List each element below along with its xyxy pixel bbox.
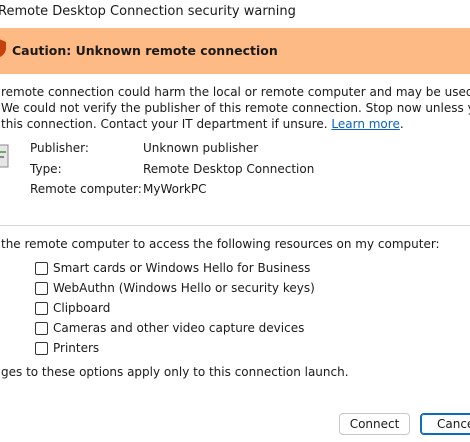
printers-option[interactable]: Printers <box>35 340 99 356</box>
remote-computer-value: MyWorkPC <box>143 182 207 196</box>
options-note: ges to these options apply only to this … <box>1 365 349 379</box>
smart-cards-checkbox[interactable] <box>35 261 48 275</box>
publisher-label: Publisher: <box>30 141 89 155</box>
section-divider <box>0 225 470 226</box>
caution-banner: Caution: Unknown remote connection <box>0 28 470 74</box>
dialog-title: Remote Desktop Connection security warni… <box>0 4 296 19</box>
publisher-value: Unknown publisher <box>143 141 259 155</box>
description-line-2: We could not verify the publisher of thi… <box>1 101 470 115</box>
remote-computer-label: Remote computer: <box>30 182 142 196</box>
description-line-3: this connection. Contact your IT departm… <box>1 117 328 131</box>
connect-button[interactable]: Connect <box>339 413 410 435</box>
webauthn-checkbox[interactable] <box>35 281 48 295</box>
type-label: Type: <box>30 162 62 176</box>
warning-shield-icon <box>0 37 8 59</box>
dialog-footer: Connect Cance <box>0 400 470 442</box>
document-icon <box>0 137 10 173</box>
warning-description: remote connection could harm the local o… <box>1 84 470 132</box>
learn-more-link[interactable]: Learn more <box>331 117 399 131</box>
webauthn-label: WebAuthn (Windows Hello or security keys… <box>53 281 315 295</box>
security-warning-dialog: Remote Desktop Connection security warni… <box>0 0 470 442</box>
printers-label: Printers <box>53 341 100 355</box>
smart-cards-option[interactable]: Smart cards or Windows Hello for Busines… <box>35 260 310 276</box>
printers-checkbox[interactable] <box>35 341 48 355</box>
resources-heading: the remote computer to access the follow… <box>1 237 440 251</box>
clipboard-option[interactable]: Clipboard <box>35 300 110 316</box>
clipboard-checkbox[interactable] <box>35 301 48 315</box>
banner-text: Caution: Unknown remote connection <box>12 43 278 58</box>
cameras-option[interactable]: Cameras and other video capture devices <box>35 320 304 336</box>
webauthn-option[interactable]: WebAuthn (Windows Hello or security keys… <box>35 280 315 296</box>
cameras-label: Cameras and other video capture devices <box>53 321 305 335</box>
cancel-button[interactable]: Cance <box>420 413 470 435</box>
cameras-checkbox[interactable] <box>35 321 48 335</box>
type-value: Remote Desktop Connection <box>143 162 315 176</box>
description-line-1: remote connection could harm the local o… <box>1 85 470 99</box>
smart-cards-label: Smart cards or Windows Hello for Busines… <box>53 261 311 275</box>
description-link-suffix: . <box>399 117 404 131</box>
clipboard-label: Clipboard <box>53 301 111 315</box>
